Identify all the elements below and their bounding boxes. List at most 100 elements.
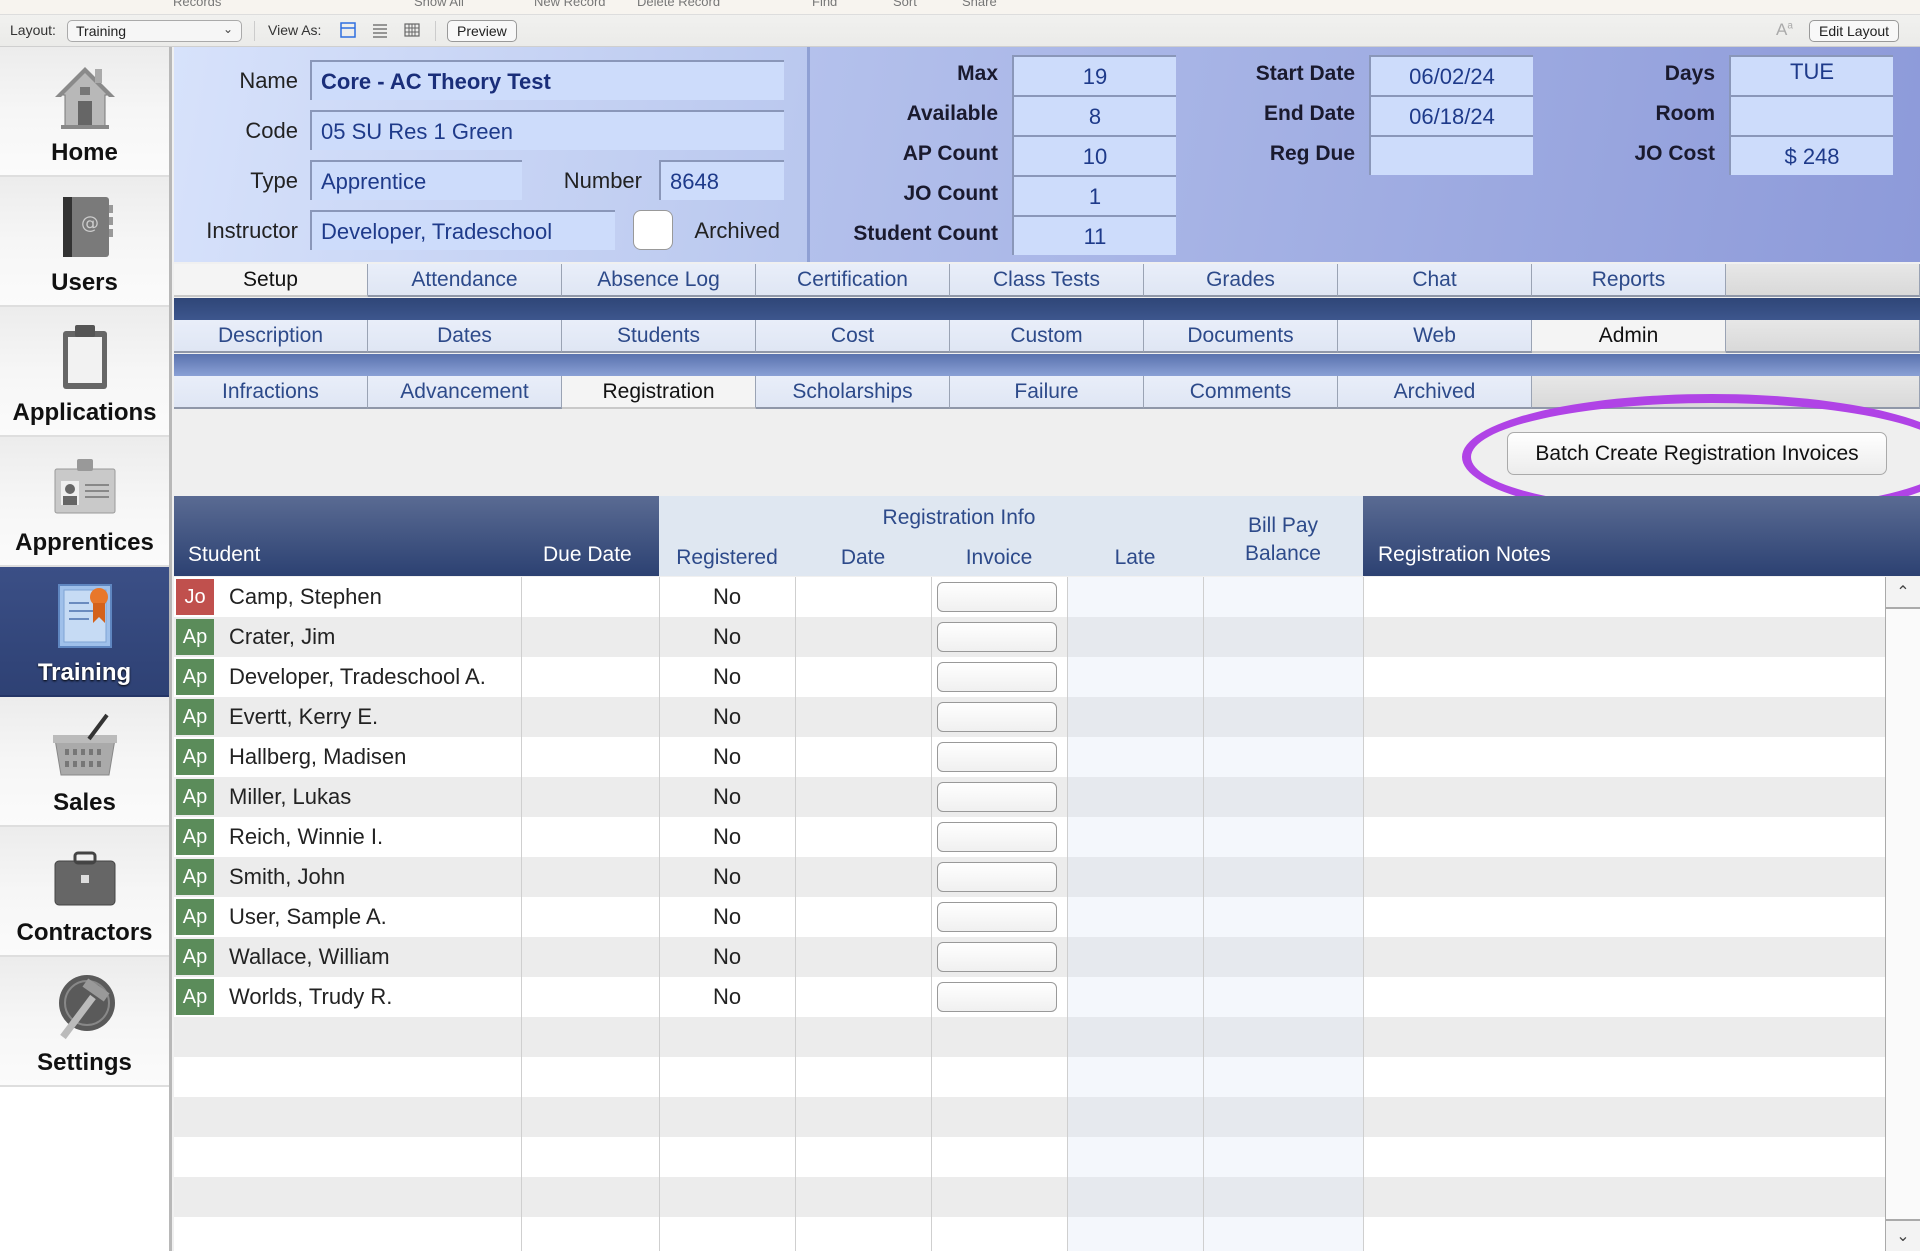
- invoice-button[interactable]: [937, 942, 1057, 972]
- date-cell[interactable]: [795, 977, 931, 1017]
- registration-notes-cell[interactable]: [1374, 777, 1874, 817]
- tab-custom[interactable]: Custom: [950, 320, 1144, 353]
- scroll-up-icon[interactable]: ⌃: [1886, 577, 1920, 609]
- tab-absence-log[interactable]: Absence Log: [562, 264, 756, 297]
- registered-cell[interactable]: No: [659, 857, 795, 897]
- registration-notes-cell[interactable]: [1374, 897, 1874, 937]
- name-field[interactable]: Core - AC Theory Test: [310, 60, 784, 100]
- table-scrollbar[interactable]: ⌃ ⌄: [1885, 577, 1920, 1251]
- table-row[interactable]: Ap Developer, Tradeschool A. No: [174, 657, 1885, 697]
- due-date-cell[interactable]: [521, 657, 658, 697]
- empty-table-row[interactable]: [174, 1057, 1885, 1097]
- registered-cell[interactable]: No: [659, 697, 795, 737]
- registration-notes-cell[interactable]: [1374, 857, 1874, 897]
- date-cell[interactable]: [795, 697, 931, 737]
- invoice-button[interactable]: [937, 622, 1057, 652]
- registered-cell[interactable]: No: [659, 937, 795, 977]
- edit-layout-button[interactable]: Edit Layout: [1809, 20, 1900, 42]
- registered-cell[interactable]: No: [659, 657, 795, 697]
- list-view-icon[interactable]: [372, 22, 388, 38]
- start-date-field[interactable]: 06/02/24: [1369, 55, 1533, 95]
- room-field[interactable]: [1729, 95, 1893, 135]
- invoice-button[interactable]: [937, 782, 1057, 812]
- sidebar-item-home[interactable]: Home: [0, 47, 169, 177]
- empty-table-row[interactable]: [174, 1177, 1885, 1217]
- student-name[interactable]: Crater, Jim: [229, 617, 335, 657]
- student-count-field[interactable]: 11: [1012, 215, 1176, 255]
- invoice-button[interactable]: [937, 982, 1057, 1012]
- tab-infractions[interactable]: Infractions: [174, 376, 368, 409]
- date-cell[interactable]: [795, 777, 931, 817]
- days-field[interactable]: TUE: [1729, 55, 1893, 95]
- invoice-button[interactable]: [937, 742, 1057, 772]
- sidebar-item-apprentices[interactable]: Apprentices: [0, 437, 169, 567]
- tab-advancement[interactable]: Advancement: [368, 376, 562, 409]
- student-name[interactable]: Hallberg, Madisen: [229, 737, 406, 777]
- student-name[interactable]: Camp, Stephen: [229, 577, 382, 617]
- jo-cost-field[interactable]: $ 248: [1729, 135, 1893, 175]
- student-name[interactable]: Wallace, William: [229, 937, 390, 977]
- number-field[interactable]: 8648: [659, 160, 784, 200]
- tab-admin[interactable]: Admin: [1532, 320, 1726, 353]
- registration-notes-cell[interactable]: [1374, 577, 1874, 617]
- tab-certification[interactable]: Certification: [756, 264, 950, 297]
- tab-reports[interactable]: Reports: [1532, 264, 1726, 297]
- type-field[interactable]: Apprentice: [310, 160, 522, 200]
- tab-students[interactable]: Students: [562, 320, 756, 353]
- tab-cost[interactable]: Cost: [756, 320, 950, 353]
- registration-notes-cell[interactable]: [1374, 697, 1874, 737]
- ap-count-field[interactable]: 10: [1012, 135, 1176, 175]
- empty-table-row[interactable]: [174, 1017, 1885, 1057]
- due-date-cell[interactable]: [521, 937, 658, 977]
- tab-class-tests[interactable]: Class Tests: [950, 264, 1144, 297]
- date-cell[interactable]: [795, 737, 931, 777]
- max-field[interactable]: 19: [1012, 55, 1176, 95]
- new-record-label[interactable]: New Record: [534, 0, 606, 9]
- invoice-button[interactable]: [937, 822, 1057, 852]
- code-field[interactable]: 05 SU Res 1 Green: [310, 110, 784, 150]
- table-row[interactable]: Ap Smith, John No: [174, 857, 1885, 897]
- share-label[interactable]: Share: [962, 0, 997, 9]
- tab-scholarships[interactable]: Scholarships: [756, 376, 950, 409]
- table-row[interactable]: Jo Camp, Stephen No: [174, 577, 1885, 617]
- jo-count-field[interactable]: 1: [1012, 175, 1176, 215]
- column-header-date[interactable]: Date: [795, 546, 931, 570]
- sidebar-item-training[interactable]: Training: [0, 567, 169, 697]
- registered-cell[interactable]: No: [659, 817, 795, 857]
- tab-grades[interactable]: Grades: [1144, 264, 1338, 297]
- end-date-field[interactable]: 06/18/24: [1369, 95, 1533, 135]
- date-cell[interactable]: [795, 897, 931, 937]
- form-view-icon[interactable]: [340, 22, 356, 38]
- column-header-bill-pay[interactable]: Bill Pay: [1203, 514, 1363, 538]
- batch-create-registration-invoices-button[interactable]: Batch Create Registration Invoices: [1507, 432, 1887, 475]
- registered-cell[interactable]: No: [659, 577, 795, 617]
- registration-notes-cell[interactable]: [1374, 737, 1874, 777]
- sidebar-item-users[interactable]: @ Users: [0, 177, 169, 307]
- empty-table-row[interactable]: [174, 1097, 1885, 1137]
- tab-setup[interactable]: Setup: [174, 264, 368, 297]
- tab-attendance[interactable]: Attendance: [368, 264, 562, 297]
- empty-table-row[interactable]: [174, 1217, 1885, 1251]
- tab-comments[interactable]: Comments: [1144, 376, 1338, 409]
- date-cell[interactable]: [795, 657, 931, 697]
- layout-select[interactable]: Training ⌄: [67, 20, 242, 42]
- column-header-registration-notes[interactable]: Registration Notes: [1378, 543, 1551, 567]
- sidebar-item-settings[interactable]: Settings: [0, 957, 169, 1087]
- due-date-cell[interactable]: [521, 977, 658, 1017]
- date-cell[interactable]: [795, 617, 931, 657]
- registered-cell[interactable]: No: [659, 617, 795, 657]
- column-header-late[interactable]: Late: [1067, 546, 1203, 570]
- student-name[interactable]: Smith, John: [229, 857, 345, 897]
- registered-cell[interactable]: No: [659, 777, 795, 817]
- registration-notes-cell[interactable]: [1374, 657, 1874, 697]
- student-name[interactable]: Developer, Tradeschool A.: [229, 657, 486, 697]
- tab-registration[interactable]: Registration: [562, 376, 756, 409]
- date-cell[interactable]: [795, 937, 931, 977]
- registered-cell[interactable]: No: [659, 737, 795, 777]
- column-header-registered[interactable]: Registered: [659, 546, 795, 570]
- tab-chat[interactable]: Chat: [1338, 264, 1532, 297]
- font-size-icon[interactable]: Aa: [1776, 20, 1793, 40]
- table-row[interactable]: Ap Miller, Lukas No: [174, 777, 1885, 817]
- table-row[interactable]: Ap Reich, Winnie I. No: [174, 817, 1885, 857]
- table-row[interactable]: Ap Hallberg, Madisen No: [174, 737, 1885, 777]
